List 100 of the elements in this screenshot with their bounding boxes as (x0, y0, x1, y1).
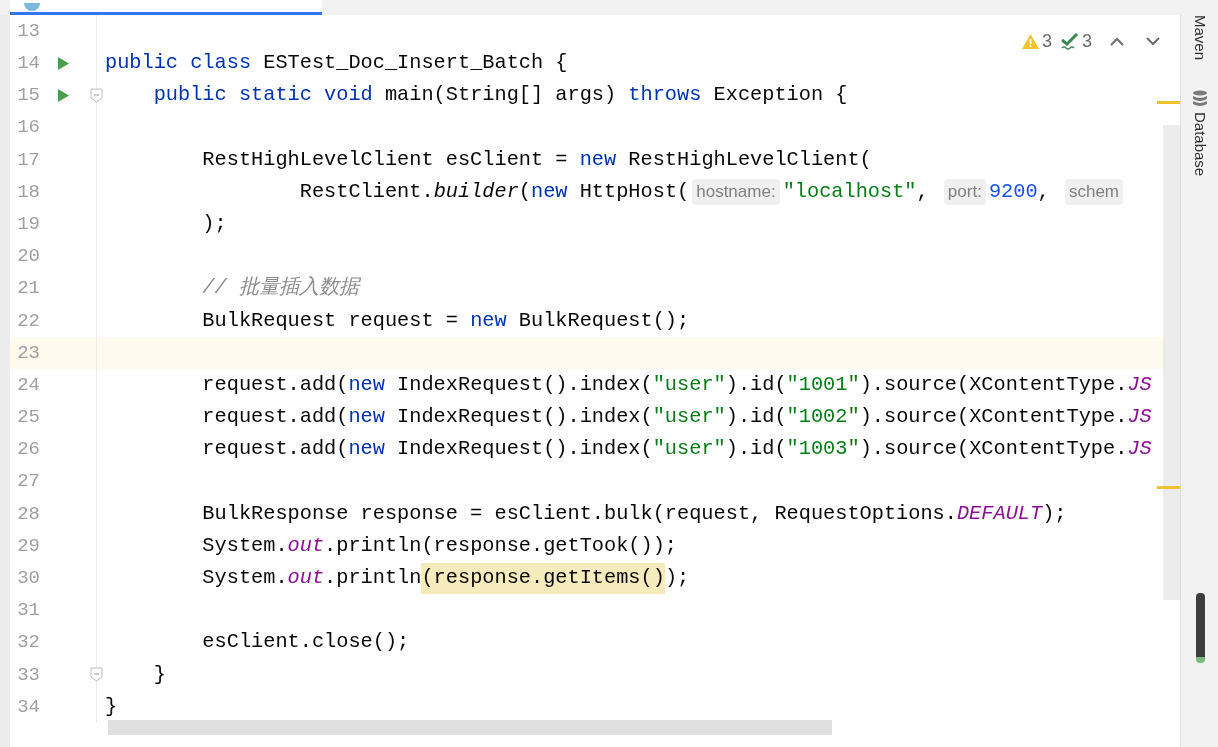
code-token: JS (1127, 404, 1152, 431)
code-token: BulkRequest request = (201, 307, 459, 334)
code-token: new (348, 371, 385, 398)
code-token: Exception { (712, 82, 848, 109)
code-token: } (105, 693, 118, 720)
code-token: "1003" (786, 436, 860, 463)
code-token: "user" (652, 371, 726, 398)
code-token: 9200 (988, 178, 1038, 205)
line-number: 13 (16, 18, 40, 44)
code-token: ).id( (725, 404, 787, 431)
code-token: request.add( (201, 371, 349, 398)
code-token: , (1037, 178, 1051, 205)
code-comment: // 批量插入数据 (201, 275, 359, 302)
code-token: "localhost" (782, 178, 917, 205)
code-token: IndexRequest().index( (396, 371, 653, 398)
code-token: request.add( (201, 436, 349, 463)
code-token: "1001" (786, 371, 860, 398)
code-token: System. (201, 532, 288, 559)
code-token: DEFAULT (956, 500, 1043, 527)
warning-count: 3 (1041, 30, 1052, 53)
code-token: builder (433, 178, 519, 205)
line-number: 16 (16, 115, 40, 141)
code-token: main(String[] args) (383, 82, 618, 109)
code-token: IndexRequest().index( (396, 436, 653, 463)
line-number: 19 (16, 211, 40, 237)
code-token: ); (201, 211, 227, 237)
tool-window-button[interactable]: Database (1188, 90, 1211, 177)
chevron-up-icon[interactable] (1110, 37, 1124, 46)
code-token: ); (1042, 500, 1067, 527)
code-token: "1002" (786, 404, 860, 431)
code-token: out (287, 532, 325, 559)
code-token: HttpHost( (578, 178, 690, 205)
line-number: 17 (16, 147, 40, 173)
line-number: 32 (16, 630, 40, 656)
line-number: 18 (16, 179, 40, 205)
scroll-thumb[interactable] (1196, 593, 1205, 663)
code-token: public static void (152, 82, 373, 109)
code-token: new (348, 436, 385, 463)
code-token: ).source(XContentType. (859, 404, 1128, 431)
line-number: 25 (16, 405, 40, 431)
code-token: request.add( (201, 404, 349, 431)
parameter-hint: schem (1064, 179, 1123, 205)
line-number: 34 (16, 694, 40, 720)
code-token: , (916, 178, 930, 205)
warning-icon (1021, 34, 1039, 49)
code-token: JS (1127, 436, 1152, 463)
code-token: esClient.close(); (201, 629, 410, 656)
line-number: 28 (16, 501, 40, 527)
line-number: 15 (16, 83, 40, 109)
code-token: BulkRequest(); (517, 307, 690, 334)
line-number: 33 (16, 662, 40, 688)
code-token: System. (201, 565, 288, 592)
code-token: .println(response.getTook()); (324, 532, 678, 559)
code-token: ).id( (725, 436, 787, 463)
code-token: .println (324, 565, 422, 592)
line-number: 30 (16, 566, 40, 592)
line-number: 24 (16, 372, 40, 398)
editor-tab[interactable] (10, 0, 322, 15)
code-token: IndexRequest().index( (396, 404, 653, 431)
weak-warning-count: 3 (1082, 30, 1092, 53)
code-token: new (348, 404, 385, 431)
line-number: 22 (16, 308, 40, 334)
code-token: new (531, 178, 568, 205)
code-token: (response.getItems() (421, 563, 665, 594)
code-token: BulkResponse response = esClient.bulk(request, RequestOptions. (201, 500, 957, 527)
code-token: ESTest_Doc_Insert_Batch { (262, 50, 568, 77)
run-icon[interactable] (57, 56, 69, 70)
code-token: new (579, 146, 617, 173)
line-number: 20 (16, 244, 40, 270)
horizontal-scrollbar[interactable] (108, 720, 832, 735)
code-token: RestHighLevelClient( (627, 146, 872, 173)
code-token: throws (628, 82, 702, 109)
code-token: ( (518, 178, 531, 205)
code-token: JS (1127, 371, 1152, 398)
warning-marker[interactable] (1157, 101, 1180, 104)
warning-marker[interactable] (1157, 486, 1180, 489)
database-icon (1191, 90, 1208, 109)
code-token: RestClient. (298, 178, 434, 205)
code-token: ); (664, 565, 690, 592)
code-token: ).id( (725, 371, 787, 398)
code-token: "user" (652, 404, 726, 431)
chevron-down-icon[interactable] (1146, 37, 1160, 46)
parameter-hint: port: (943, 179, 986, 205)
run-icon[interactable] (57, 88, 69, 102)
line-number: 26 (16, 437, 40, 463)
code-token: "user" (652, 436, 726, 463)
code-token: } (152, 661, 166, 688)
tool-window-button[interactable]: Maven (1188, 15, 1211, 61)
fold-marker-icon[interactable] (90, 667, 103, 683)
code-token: public class (105, 50, 252, 77)
code-token: ).source(XContentType. (859, 371, 1128, 398)
parameter-hint: hostname: (692, 179, 780, 205)
code-token: out (287, 565, 325, 592)
line-number: 14 (16, 51, 40, 77)
code-token: RestHighLevelClient esClient = (201, 146, 569, 173)
line-number: 23 (16, 340, 40, 366)
fold-marker-icon[interactable] (90, 87, 103, 103)
code-token: new (470, 307, 507, 334)
line-number: 27 (16, 469, 40, 495)
file-icon (24, 3, 40, 11)
